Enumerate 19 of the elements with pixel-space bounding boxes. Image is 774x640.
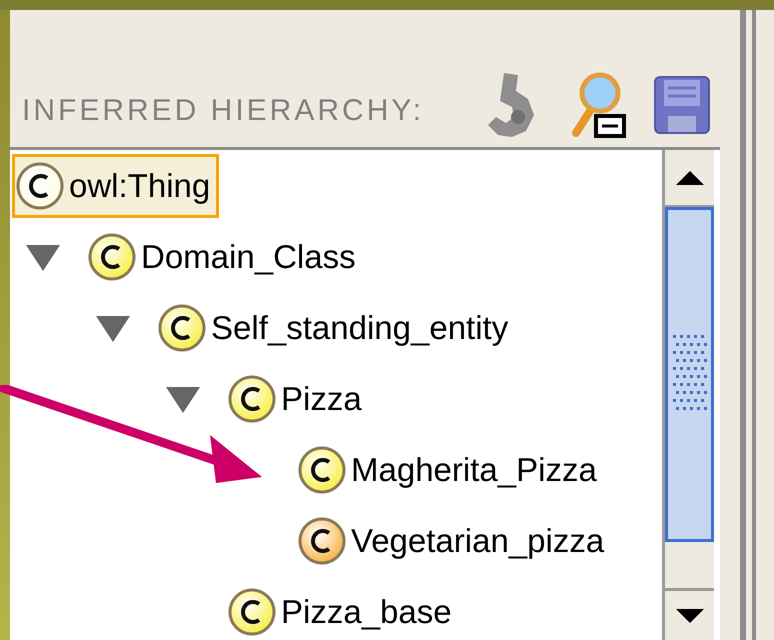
panel-title: INFERRED HIERARCHY: (22, 93, 424, 129)
save-icon[interactable] (654, 76, 710, 134)
tree-item[interactable]: Pizza_base (224, 580, 461, 640)
class-icon (297, 516, 347, 566)
tree-item[interactable]: Pizza (224, 366, 371, 430)
class-icon (157, 302, 207, 352)
scroll-down-arrow-icon[interactable] (676, 608, 704, 622)
tree-item[interactable]: Domain_Class (84, 224, 365, 288)
class-icon (15, 160, 65, 210)
class-icon (227, 374, 277, 424)
scroll-up-arrow-icon[interactable] (676, 170, 704, 184)
class-icon (227, 586, 277, 636)
scrollbar[interactable] (662, 150, 714, 640)
tree-item[interactable]: Self_standing_entity (154, 296, 518, 360)
tree-item[interactable]: Magherita_Pizza (294, 438, 606, 502)
tree-item[interactable]: Vegetarian_pizza (294, 508, 614, 572)
class-icon (297, 444, 347, 494)
class-icon (87, 232, 137, 282)
tree-item[interactable]: owl:Thing (12, 154, 220, 218)
